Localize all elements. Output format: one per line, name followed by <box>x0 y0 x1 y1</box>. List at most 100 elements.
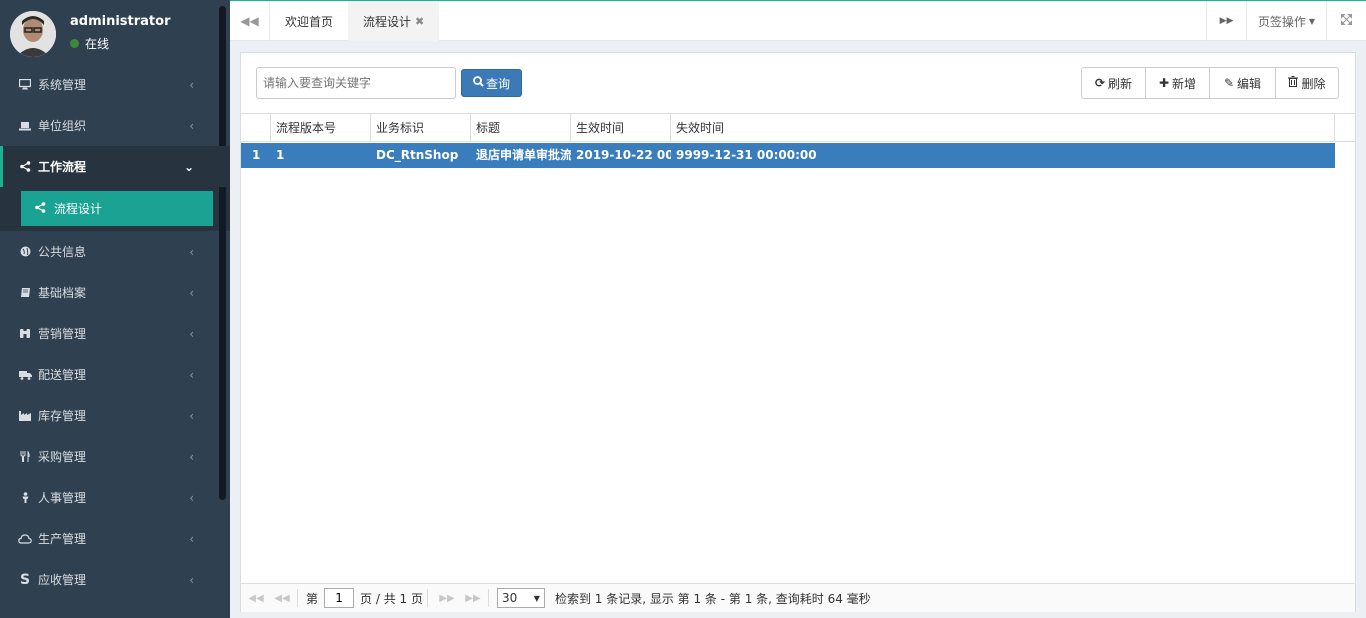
chevron-left-icon: ‹ <box>189 286 194 300</box>
sidebar-item-hr[interactable]: 人事管理 ‹ <box>0 477 230 518</box>
pager-summary: 检索到 1 条记录, 显示 第 1 条 - 第 1 条, 查询耗时 64 毫秒 <box>554 591 871 606</box>
edit-label: 编辑 <box>1237 76 1262 91</box>
sidebar: administrator 在线 系统管理 ‹ 单位组织 ‹ 工作流程 ⌄ 流程… <box>0 0 230 618</box>
sidebar-item-label: 工作流程 <box>38 160 87 174</box>
add-button[interactable]: ✚ 新增 <box>1146 68 1210 98</box>
last-page-icon[interactable]: ▶▶ <box>462 588 484 608</box>
search-input[interactable] <box>256 67 456 99</box>
chevron-left-icon: ‹ <box>189 491 194 505</box>
first-page-icon[interactable]: ◀◀ <box>245 588 267 608</box>
column-header[interactable]: 流程版本号 <box>271 114 371 142</box>
tab-actions-label: 页签操作 <box>1257 14 1306 29</box>
globe-icon <box>18 245 32 259</box>
table-row[interactable]: 1 1 DC_RtnShop 退店申请单审批流 2019-10-22 00: 9… <box>241 143 1335 168</box>
chevron-left-icon: ‹ <box>189 119 194 133</box>
page-size-value: 30 <box>501 591 518 605</box>
user-status-label: 在线 <box>85 37 110 51</box>
sidebar-item-label: 人事管理 <box>38 491 87 505</box>
avatar[interactable] <box>10 11 56 57</box>
forward-icon: ▶▶ <box>1219 16 1234 26</box>
sidebar-subitem-label: 流程设计 <box>54 202 103 216</box>
cell-title: 退店申请单审批流 <box>476 148 571 162</box>
binoculars-icon <box>18 327 32 341</box>
chevron-left-icon: ‹ <box>189 532 194 546</box>
sidebar-item-label: 采购管理 <box>38 450 87 464</box>
pager-divider <box>487 589 489 607</box>
book-icon <box>18 286 32 300</box>
tab-process-design[interactable]: 流程设计 ✖ <box>348 1 440 41</box>
sidebar-item-public-info[interactable]: 公共信息 ‹ <box>0 231 230 272</box>
column-header[interactable]: 标题 <box>471 114 571 142</box>
grid-header: 流程版本号 业务标识 标题 生效时间 失效时间 <box>241 113 1355 142</box>
sidebar-item-production[interactable]: 生产管理 ‹ <box>0 518 230 559</box>
sidebar-item-inventory[interactable]: 库存管理 ‹ <box>0 395 230 436</box>
sidebar-item-basic-archive[interactable]: 基础档案 ‹ <box>0 272 230 313</box>
column-header[interactable]: 失效时间 <box>671 114 1335 142</box>
fullscreen-button[interactable] <box>1326 1 1366 41</box>
add-label: 新增 <box>1172 76 1197 91</box>
tab-home-label: 欢迎首页 <box>285 14 334 29</box>
delete-label: 删除 <box>1301 76 1326 91</box>
sidebar-item-marketing[interactable]: 营销管理 ‹ <box>0 313 230 354</box>
page-total-label: 页 / 共 1 页 <box>360 591 423 606</box>
dollar-icon: S <box>19 571 31 588</box>
user-icon <box>18 491 32 505</box>
toolbar: ⟳ 刷新 ✚ 新增 ✎ 编辑 删除 <box>1081 67 1339 99</box>
sidebar-item-distribution[interactable]: 配送管理 ‹ <box>0 354 230 395</box>
share-icon <box>18 160 32 174</box>
sidebar-subitem-process-design[interactable]: 流程设计 <box>21 191 213 226</box>
sidebar-item-workflow[interactable]: 工作流程 ⌄ <box>0 146 230 187</box>
refresh-label: 刷新 <box>1108 76 1133 91</box>
sidebar-item-organization[interactable]: 单位组织 ‹ <box>0 105 230 146</box>
chevron-left-icon: ‹ <box>189 327 194 341</box>
pager-divider <box>297 589 298 607</box>
caret-down-icon: ▼ <box>1308 16 1316 26</box>
tab-home[interactable]: 欢迎首页 <box>270 1 348 41</box>
cell-start-time: 2019-10-22 00: <box>576 148 671 162</box>
next-page-icon[interactable]: ▶▶ <box>436 588 458 608</box>
cutlery-icon <box>18 450 32 464</box>
user-panel: administrator 在线 <box>0 0 230 64</box>
share-icon <box>35 201 46 216</box>
laptop-icon <box>18 119 32 133</box>
page-number-input[interactable] <box>324 588 355 608</box>
sidebar-item-label: 生产管理 <box>38 532 87 546</box>
search-button[interactable]: 查询 <box>461 69 522 97</box>
truck-icon <box>18 368 32 382</box>
edit-button[interactable]: ✎ 编辑 <box>1210 68 1276 98</box>
search-icon <box>473 76 484 90</box>
chevron-left-icon: ‹ <box>189 573 194 587</box>
content-panel: 查询 ⟳ 刷新 ✚ 新增 ✎ 编辑 删除 流程版本号 业务标识 标题 生效时间 <box>240 52 1356 612</box>
sidebar-item-receivable[interactable]: S 应收管理 ‹ <box>0 559 230 600</box>
data-grid: 流程版本号 业务标识 标题 生效时间 失效时间 1 1 DC_RtnShop 退… <box>241 113 1355 168</box>
refresh-icon: ⟳ <box>1094 76 1106 90</box>
desktop-icon <box>18 78 32 92</box>
pager-divider <box>426 589 428 607</box>
delete-button[interactable]: 删除 <box>1276 68 1338 98</box>
column-header[interactable]: 生效时间 <box>571 114 671 142</box>
trash-icon <box>1288 76 1299 90</box>
tab-scroll-left-button[interactable]: ◀◀ <box>230 1 270 41</box>
sidebar-item-purchasing[interactable]: 采购管理 ‹ <box>0 436 230 477</box>
sidebar-item-system[interactable]: 系统管理 ‹ <box>0 64 230 105</box>
sidebar-item-label: 单位组织 <box>38 119 87 133</box>
tab-scroll-right-button[interactable]: ▶▶ <box>1206 1 1246 41</box>
chevron-down-icon: ⌄ <box>183 160 194 174</box>
plus-icon: ✚ <box>1158 76 1170 90</box>
close-icon[interactable]: ✖ <box>415 15 424 28</box>
prev-page-icon[interactable]: ◀◀ <box>271 588 293 608</box>
tab-process-design-label: 流程设计 <box>363 14 412 29</box>
column-header[interactable]: 业务标识 <box>371 114 471 142</box>
tab-actions-dropdown[interactable]: 页签操作 ▼ <box>1246 1 1326 41</box>
row-number: 1 <box>252 148 261 162</box>
workflow-submenu: 流程设计 <box>0 187 230 231</box>
sidebar-item-label: 库存管理 <box>38 409 87 423</box>
refresh-button[interactable]: ⟳ 刷新 <box>1082 68 1146 98</box>
page-size-select[interactable]: 30 ▼ <box>496 588 545 608</box>
cloud-icon <box>18 532 32 546</box>
chevron-left-icon: ‹ <box>189 78 194 92</box>
sidebar-item-label: 基础档案 <box>38 286 87 300</box>
cell-version: 1 <box>276 148 285 162</box>
pager: ◀◀ ◀◀ 第 页 / 共 1 页 ▶▶ ▶▶ 30 ▼ 检索到 1 条记录, … <box>241 583 1355 612</box>
chevron-left-icon: ‹ <box>189 368 194 382</box>
